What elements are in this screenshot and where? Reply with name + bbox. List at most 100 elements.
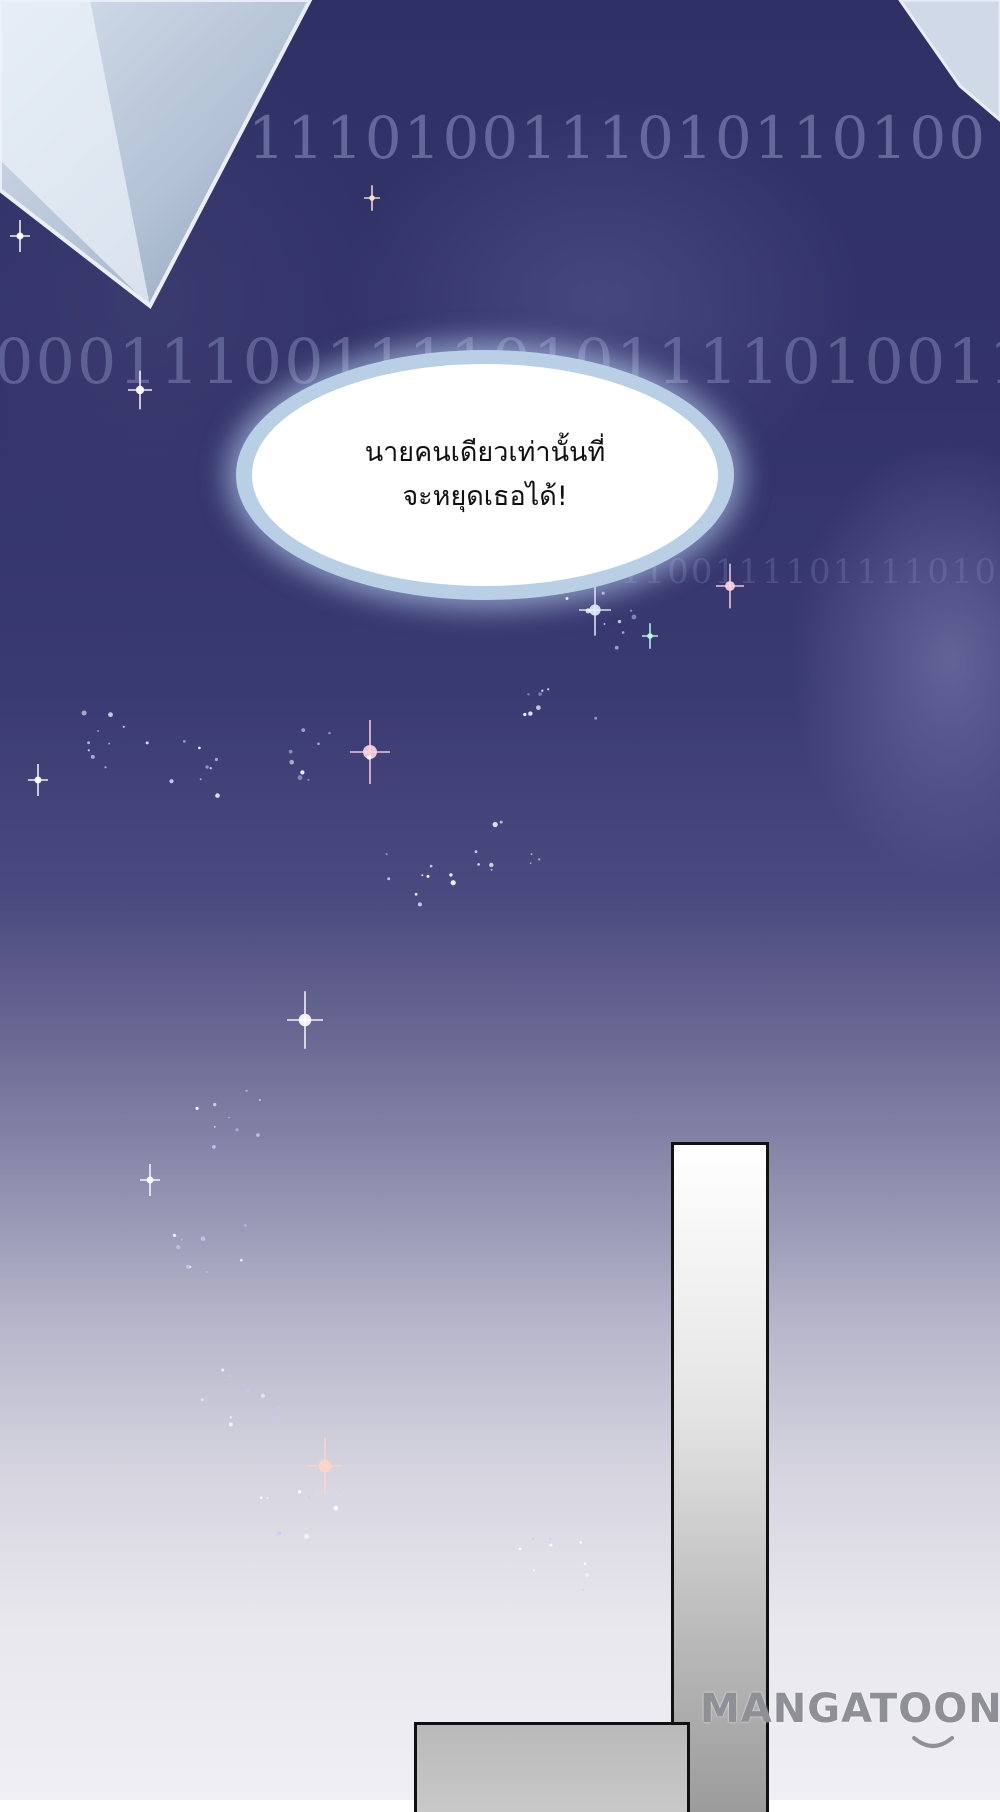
- star-dot: [366, 755, 372, 760]
- speech-bubble-body: นายคนเดียวเท่านั้นที่ จะหยุดเธอได้!: [252, 364, 718, 586]
- star-dot: [532, 1569, 536, 1572]
- star-dot: [631, 614, 637, 620]
- sparkle-star: [140, 1164, 160, 1196]
- star-dot: [490, 868, 493, 871]
- speech-bubble: นายคนเดียวเท่านั้นที่ จะหยุดเธอได้!: [236, 350, 734, 600]
- star-dot: [530, 853, 533, 856]
- star-dot: [629, 609, 633, 612]
- watermark-text: MANGATOON: [700, 1686, 1000, 1732]
- star-dot: [477, 863, 480, 866]
- star-dot: [304, 1533, 310, 1539]
- star-dot: [172, 1233, 177, 1238]
- star-dot: [449, 873, 453, 877]
- sparkle-star: [350, 720, 390, 784]
- star-dot: [527, 693, 530, 696]
- star-dot: [583, 1562, 587, 1565]
- star-dot: [288, 749, 293, 754]
- star-dot: [617, 619, 622, 624]
- star-dot: [307, 778, 310, 781]
- star-dot: [90, 754, 95, 759]
- star-dot: [297, 1490, 302, 1494]
- star-dot: [260, 1393, 265, 1398]
- star-dot: [169, 779, 174, 784]
- sparkle-star: [307, 1437, 343, 1495]
- star-dot: [307, 1495, 311, 1499]
- star-dot: [104, 766, 107, 769]
- star-dot: [213, 1126, 216, 1128]
- star-dot: [499, 820, 503, 824]
- star-dot: [429, 864, 433, 868]
- star-dot: [300, 770, 305, 775]
- star-dot: [205, 1270, 208, 1273]
- star-dot: [426, 874, 430, 878]
- star-dot: [266, 1497, 269, 1499]
- star-dot: [385, 853, 388, 856]
- star-dot: [541, 689, 544, 692]
- star-dot: [213, 1102, 217, 1107]
- star-dot: [548, 1537, 552, 1541]
- star-dot: [277, 1531, 282, 1536]
- star-dot: [244, 1224, 247, 1227]
- star-dot: [538, 858, 541, 861]
- star-dot: [183, 740, 186, 743]
- star-dot: [532, 1537, 535, 1540]
- star-dot: [301, 728, 306, 732]
- star-dot: [209, 767, 212, 770]
- star-dot: [200, 1398, 204, 1402]
- star-dot: [584, 1572, 589, 1577]
- star-dot: [199, 778, 202, 781]
- star-dot: [492, 821, 498, 828]
- star-dot: [221, 1368, 225, 1372]
- star-dot: [245, 1388, 250, 1393]
- star-dot: [547, 688, 550, 691]
- star-dot: [108, 712, 113, 718]
- star-dot: [180, 1238, 183, 1241]
- star-dot: [474, 850, 478, 854]
- star-dot: [239, 1258, 243, 1262]
- star-dot: [317, 742, 320, 746]
- star-dot: [417, 902, 422, 907]
- star-dot: [311, 1489, 314, 1492]
- star-dot: [81, 710, 87, 716]
- star-dot: [489, 862, 494, 868]
- mangatoon-watermark: MANGATOON: [700, 1686, 1000, 1776]
- star-dot: [339, 1490, 341, 1492]
- star-dot: [333, 1505, 339, 1511]
- star-dot: [518, 1547, 522, 1551]
- star-dot: [245, 1089, 248, 1093]
- star-dot: [215, 793, 220, 798]
- next-panel-frame-bottom: [414, 1722, 690, 1812]
- sparkle-star: [10, 220, 30, 252]
- star-dot: [414, 892, 418, 896]
- star-dot: [297, 775, 303, 780]
- star-dot: [549, 1543, 553, 1547]
- smile-icon: [912, 1736, 954, 1748]
- star-dot: [145, 741, 149, 745]
- star-dot: [108, 742, 111, 745]
- star-dot: [200, 1236, 206, 1241]
- star-dot: [289, 759, 295, 765]
- star-dot: [421, 874, 424, 877]
- star-dot: [229, 1416, 232, 1419]
- star-dot: [579, 1541, 583, 1544]
- star-dot: [621, 631, 625, 634]
- star-dot: [228, 1422, 233, 1427]
- star-dot: [256, 1133, 260, 1137]
- star-dot: [328, 731, 331, 735]
- star-dot: [214, 757, 218, 762]
- star-dot: [274, 1415, 280, 1421]
- sparkle-star: [128, 370, 152, 410]
- star-dot: [450, 880, 456, 886]
- star-dot: [536, 705, 541, 711]
- star-dot: [582, 1588, 584, 1591]
- speech-line-2: จะหยุดเธอได้!: [402, 481, 568, 512]
- star-dot: [538, 692, 542, 696]
- star-dot: [235, 1128, 239, 1132]
- comic-page-background: 1110100111010110100 00011100111101011110…: [0, 0, 1000, 1812]
- sparkle-star: [642, 623, 658, 649]
- star-dot: [205, 765, 209, 769]
- star-dot: [528, 711, 533, 716]
- star-dot: [212, 1145, 216, 1149]
- star-dot: [228, 1116, 230, 1119]
- star-dot: [228, 1373, 233, 1378]
